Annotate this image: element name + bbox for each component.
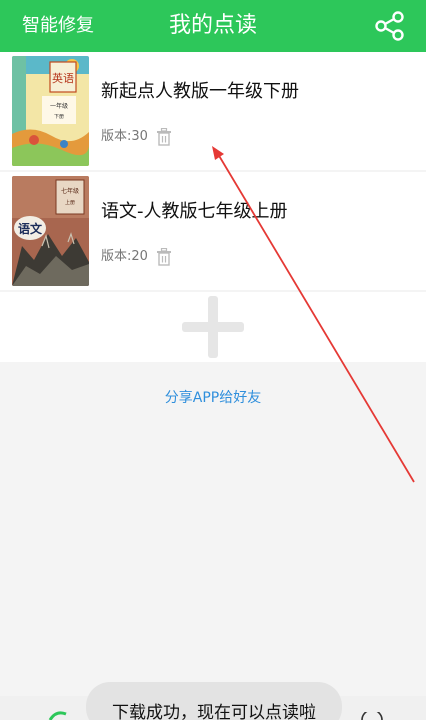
book-version: 版本:20 xyxy=(101,249,148,264)
trash-icon[interactable] xyxy=(156,248,172,266)
top-bar: 智能修复 我的点读 xyxy=(0,0,426,52)
book-version: 版本:30 xyxy=(101,129,148,144)
add-book-area[interactable] xyxy=(0,292,426,362)
share-app-link[interactable]: 分享APP给好友 xyxy=(0,388,426,408)
cover-title-chinese: 语文 xyxy=(18,221,43,236)
book-cover-chinese[interactable]: 七年级 上册 语文 xyxy=(12,176,89,286)
toast-message: 下载成功，现在可以点读啦 xyxy=(112,703,316,720)
book-cover-english[interactable]: 英语 一年级 下册 xyxy=(12,56,89,166)
download-success-toast: 下载成功，现在可以点读啦 xyxy=(86,682,342,720)
trash-icon[interactable] xyxy=(156,128,172,146)
page-title: 我的点读 xyxy=(168,13,257,38)
home-nav-icon[interactable] xyxy=(48,710,68,720)
cover-grade-chinese: 七年级 xyxy=(61,187,79,195)
cover-term-chinese: 上册 xyxy=(65,199,75,206)
cover-term-english: 下册 xyxy=(54,114,64,120)
profile-nav-icon[interactable] xyxy=(360,712,384,720)
book-title[interactable]: 新起点人教版一年级下册 xyxy=(101,79,299,105)
cover-grade-english: 一年级 xyxy=(50,102,68,110)
share-icon[interactable] xyxy=(374,10,406,42)
book-title[interactable]: 语文-人教版七年级上册 xyxy=(101,199,288,225)
book-item-english[interactable]: 英语 一年级 下册 新起点人教版一年级下册 版本:30 xyxy=(0,52,426,170)
book-item-chinese[interactable]: 七年级 上册 语文 语文-人教版七年级上册 版本:20 xyxy=(0,172,426,290)
add-book-plus-icon[interactable] xyxy=(182,296,244,358)
cover-title-english: 英语 xyxy=(52,71,74,85)
